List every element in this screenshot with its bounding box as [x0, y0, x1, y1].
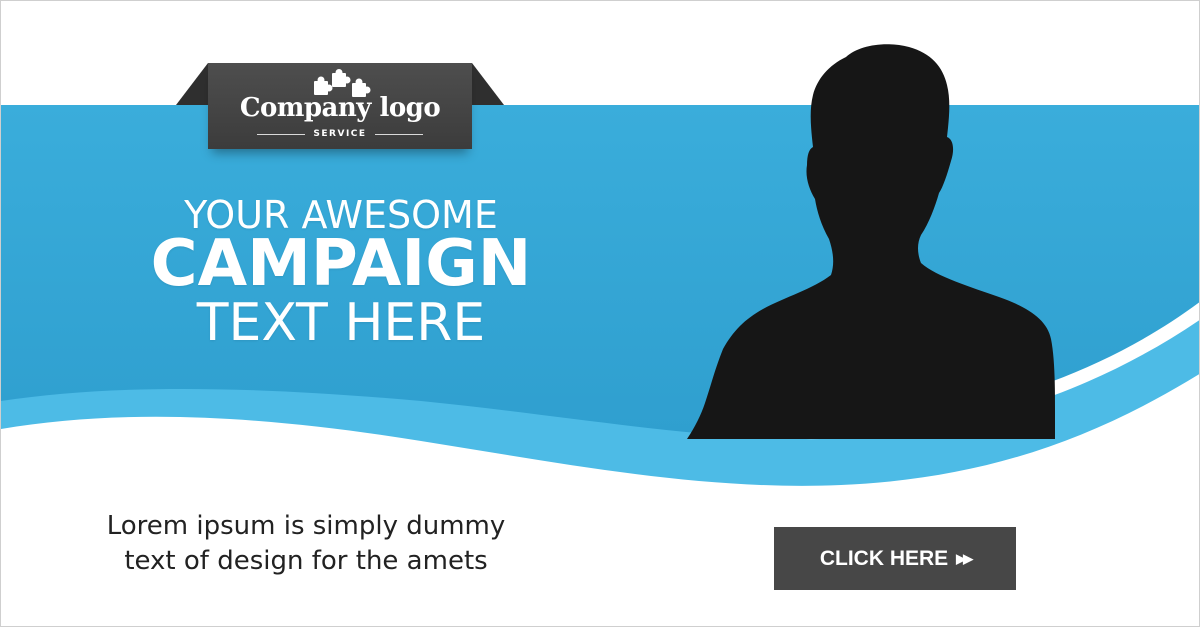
headline-line-3: TEXT HERE	[196, 293, 486, 353]
person-silhouette	[687, 44, 1055, 440]
logo-subtitle: SERVICE	[313, 129, 367, 139]
body-copy-line-1: Lorem ipsum is simply dummy	[106, 511, 506, 541]
company-logo-title: Company logo	[239, 93, 441, 123]
logo-ribbon-fold-right	[472, 63, 504, 105]
ad-banner: Company logo SERVICE YOUR AWESOME CAMPAI…	[0, 0, 1200, 627]
body-copy-line-2: text of design for the amets	[124, 546, 488, 576]
logo-rule-right	[374, 133, 423, 135]
logo-rule-left	[257, 133, 306, 135]
headline-line-2: CAMPAIGN	[150, 227, 532, 301]
body-copy: Lorem ipsum is simply dummy text of desi…	[71, 509, 541, 579]
click-here-button[interactable]: CLICK HERE ▶▶	[774, 527, 1016, 590]
fast-forward-icon: ▶▶	[956, 550, 973, 566]
logo-ribbon-fold-left	[176, 63, 208, 105]
click-here-label: CLICK HERE	[819, 546, 949, 570]
logo-subtitle-row: SERVICE	[208, 129, 472, 139]
